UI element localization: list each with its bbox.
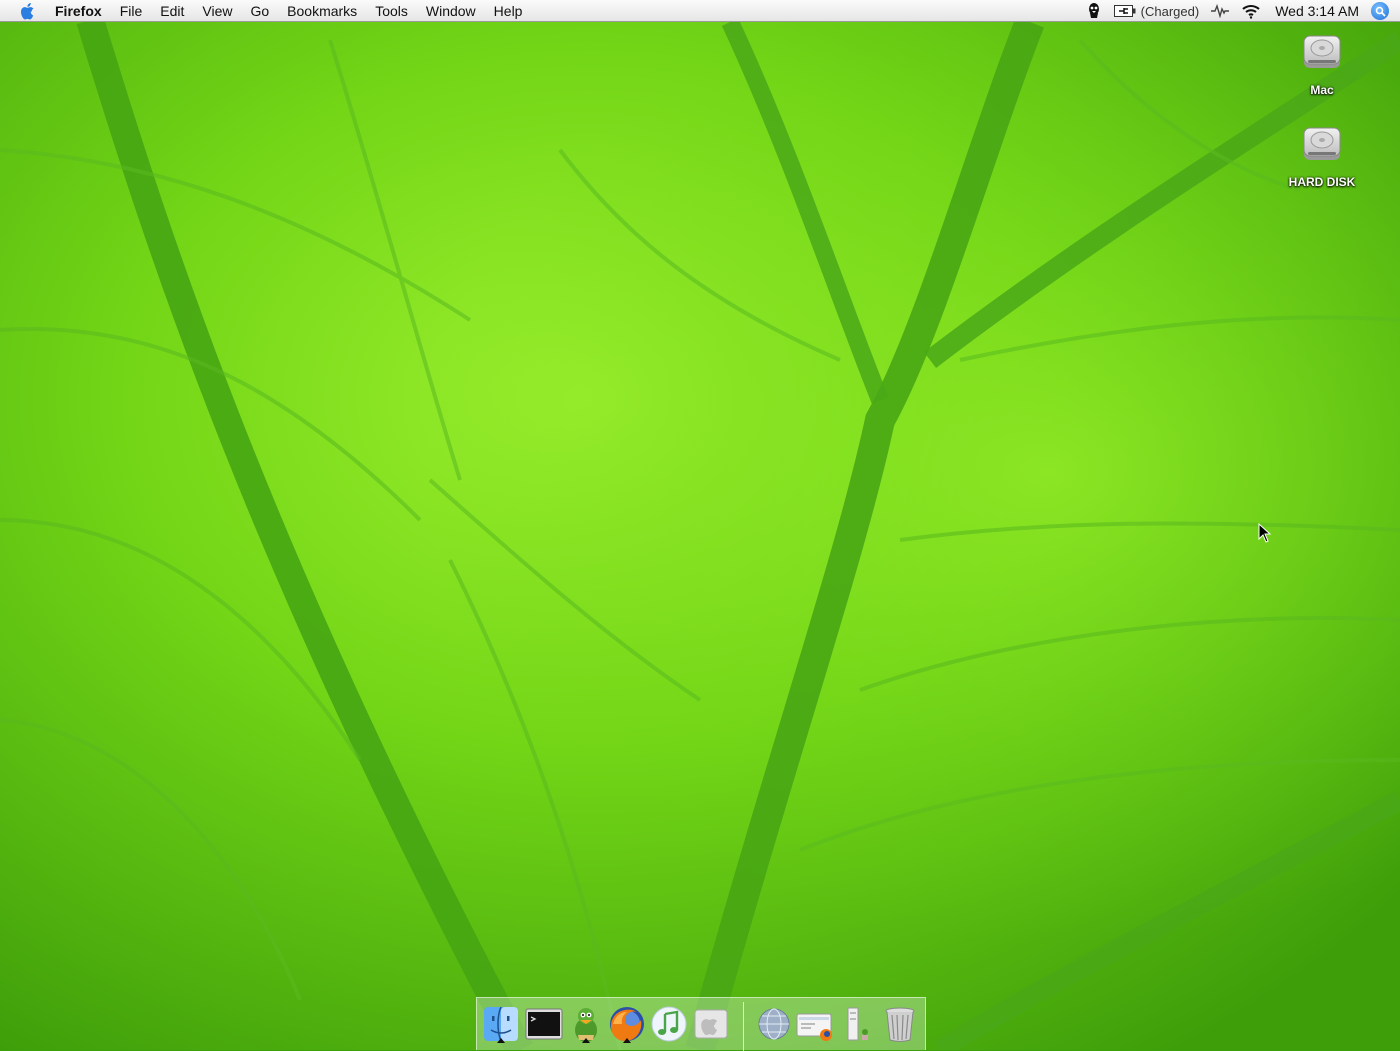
dock-trash[interactable] xyxy=(880,1004,920,1044)
desktop-icon-mac[interactable]: Mac xyxy=(1277,30,1367,97)
menu-bookmarks[interactable]: Bookmarks xyxy=(278,0,366,22)
activity-monitor-icon[interactable] xyxy=(1205,0,1235,22)
desktop-icon-label: Mac xyxy=(1310,83,1334,97)
menu-view[interactable]: View xyxy=(193,0,241,22)
menu-help[interactable]: Help xyxy=(485,0,532,22)
dock-firefox[interactable] xyxy=(607,1004,647,1044)
dock-adium[interactable] xyxy=(566,1004,606,1044)
dock-terminal[interactable] xyxy=(524,1004,564,1044)
battery-status-text: (Charged) xyxy=(1140,3,1200,19)
running-indicator xyxy=(582,1038,590,1043)
apple-logo-icon xyxy=(694,1009,728,1039)
running-indicator xyxy=(623,1038,631,1043)
desktop-icon-label: HARD DISK xyxy=(1288,175,1356,189)
dock-boot-camp[interactable] xyxy=(691,1004,731,1044)
menu-file[interactable]: File xyxy=(111,0,152,22)
downloads-folder-icon xyxy=(796,1013,832,1041)
menu-extra-adium-icon[interactable] xyxy=(1080,0,1108,22)
dock-downloads[interactable] xyxy=(795,1004,835,1044)
menu-go[interactable]: Go xyxy=(241,0,278,22)
apple-menu-icon[interactable] xyxy=(10,0,46,22)
menu-tools[interactable]: Tools xyxy=(366,0,417,22)
menu-window[interactable]: Window xyxy=(417,0,485,22)
hard-drive-icon xyxy=(1303,127,1341,160)
dock-divider xyxy=(743,1002,744,1051)
spotlight-search-icon[interactable] xyxy=(1371,2,1389,20)
dock xyxy=(476,997,926,1051)
menu-clock[interactable]: Wed 3:14 AM xyxy=(1267,3,1369,19)
wifi-icon[interactable] xyxy=(1235,0,1267,22)
menu-edit[interactable]: Edit xyxy=(151,0,193,22)
itunes-icon xyxy=(651,1006,687,1042)
trash-icon xyxy=(885,1007,915,1042)
globe-icon xyxy=(758,1008,790,1040)
desktop-wallpaper-leaf xyxy=(0,0,1400,1050)
running-indicator xyxy=(497,1038,505,1043)
menu-bar: Firefox File Edit View Go Bookmarks Tool… xyxy=(0,0,1400,22)
battery-status[interactable]: (Charged) xyxy=(1108,0,1206,22)
mouse-pointer-icon xyxy=(1258,523,1272,543)
hard-drive-icon xyxy=(1303,35,1341,68)
dock-itunes[interactable] xyxy=(649,1004,689,1044)
dock-network[interactable] xyxy=(754,1004,794,1044)
desktop-icon-hard-disk[interactable]: HARD DISK xyxy=(1277,122,1367,189)
terminal-icon xyxy=(525,1008,563,1040)
dock-finder[interactable] xyxy=(481,1004,521,1044)
applications-stack-icon xyxy=(847,1007,868,1041)
battery-icon xyxy=(1113,5,1136,17)
dock-applications[interactable] xyxy=(837,1004,877,1044)
menu-app-firefox[interactable]: Firefox xyxy=(46,0,111,22)
